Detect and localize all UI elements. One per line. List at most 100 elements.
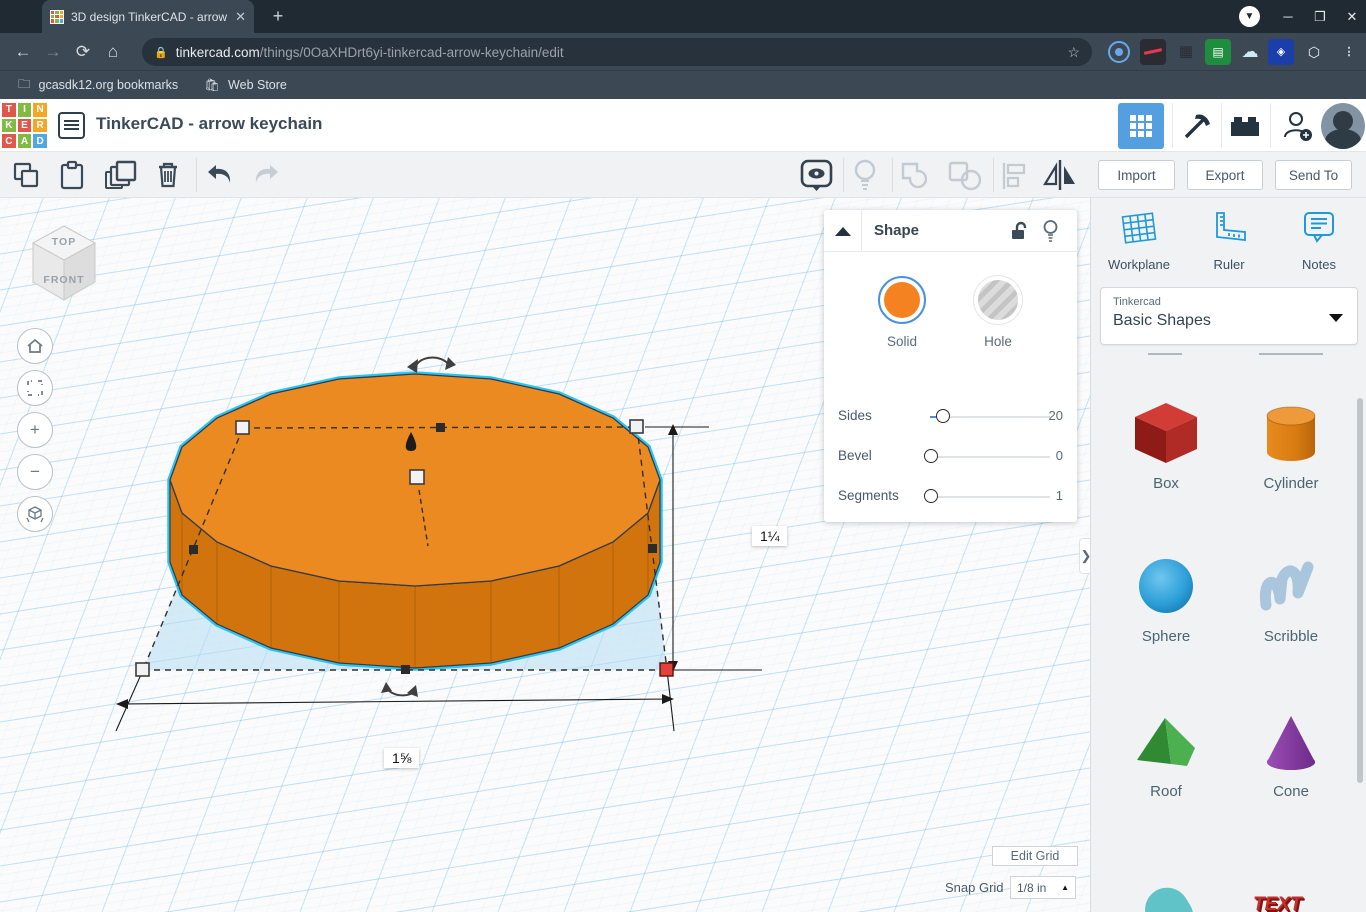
hole-option[interactable]: Hole <box>953 276 1043 349</box>
zoom-out-button[interactable]: − <box>17 454 53 490</box>
viewcube-top-label[interactable]: TOP <box>28 236 100 248</box>
restore-button[interactable]: ❐ <box>1308 5 1332 29</box>
import-button[interactable]: Import <box>1098 160 1175 190</box>
shape-tile-scribble[interactable]: Scribble <box>1236 553 1346 645</box>
shape-tile-sphere[interactable]: Sphere <box>1111 553 1221 645</box>
grid-icon <box>1130 115 1152 137</box>
dimension-height-label[interactable]: 1¼ <box>752 526 788 546</box>
perspective-toggle-button[interactable] <box>17 496 53 532</box>
tinkercad-logo[interactable]: TIN KER CAD <box>0 101 49 150</box>
home-view-button[interactable] <box>17 328 53 364</box>
shape-tile-partial-round-roof[interactable] <box>1126 878 1206 912</box>
shape-tile-cone[interactable]: Cone <box>1236 708 1346 800</box>
forward-icon[interactable]: → <box>38 42 68 62</box>
design-title[interactable]: TinkerCAD - arrow keychain <box>96 114 322 134</box>
undo-icon[interactable] <box>204 163 234 192</box>
lightbulb-icon[interactable] <box>852 158 878 197</box>
lego-brick-icon[interactable] <box>1222 103 1268 149</box>
minecraft-pickaxe-icon[interactable] <box>1174 103 1220 149</box>
group-icon[interactable] <box>900 161 932 196</box>
solid-option[interactable]: Solid <box>857 276 947 349</box>
add-user-icon[interactable] <box>1275 103 1321 149</box>
bookmark-star-icon[interactable]: ☆ <box>1067 44 1080 61</box>
collapse-panel-button[interactable] <box>824 210 862 252</box>
minimize-button[interactable]: ─ <box>1276 5 1300 29</box>
browser-menu-icon[interactable]: ⋮ <box>1336 39 1362 65</box>
bookmark-item[interactable]: gcasdk12.org bookmarks <box>39 78 179 92</box>
zoom-in-button[interactable]: + <box>17 412 53 448</box>
duplicate-icon[interactable] <box>104 160 138 195</box>
reload-icon[interactable]: ⟳ <box>68 42 98 62</box>
corner-handle-back-right[interactable] <box>629 419 644 434</box>
shape-tile-partial-text[interactable]: TEXT <box>1253 894 1302 912</box>
copy-icon[interactable] <box>12 161 40 194</box>
corner-handle-active[interactable] <box>659 662 674 677</box>
folder-icon: 🗀 <box>18 76 31 91</box>
hole-swatch[interactable] <box>974 276 1022 324</box>
sides-slider-row: Sides 20 <box>838 408 1063 423</box>
new-tab-button[interactable]: + <box>268 7 288 27</box>
profile-chip-icon[interactable]: ▼ <box>1239 6 1260 27</box>
notes-tool[interactable]: Notes <box>1279 210 1359 272</box>
scale-handle-right[interactable] <box>648 544 657 553</box>
fit-view-button[interactable] <box>17 370 53 406</box>
clipped-shape-label <box>1148 350 1182 355</box>
shape-tile-cylinder[interactable]: Cylinder <box>1236 400 1346 492</box>
redo-icon[interactable] <box>252 163 282 192</box>
show-all-icon[interactable] <box>800 159 833 198</box>
browser-tab[interactable]: 3D design TinkerCAD - arrow key ✕ <box>42 0 254 33</box>
export-button[interactable]: Export <box>1187 160 1263 190</box>
scale-handle-front[interactable] <box>401 665 410 674</box>
shape-tile-box[interactable]: Box <box>1111 400 1221 492</box>
extension-cloud-icon[interactable]: ☁ <box>1237 39 1263 65</box>
shape-panel-title: Shape <box>874 222 920 239</box>
top-center-handle[interactable] <box>409 469 425 485</box>
unlock-icon[interactable] <box>1010 221 1028 246</box>
address-bar[interactable]: 🔒 tinkercad.com /things/0OaXHDrt6yi-tink… <box>142 38 1092 66</box>
extension-qr-icon[interactable]: ▦ <box>1173 39 1199 65</box>
slider-track[interactable] <box>930 496 1050 498</box>
dashboard-grid-button[interactable] <box>1118 103 1164 149</box>
scale-handle-left[interactable] <box>189 545 198 554</box>
flip-mirror-icon[interactable] <box>1042 158 1078 197</box>
corner-handle-front-left[interactable] <box>135 662 150 677</box>
send-to-button[interactable]: Send To <box>1275 160 1352 190</box>
sidebar-scrollbar[interactable] <box>1357 398 1363 783</box>
close-button[interactable]: ✕ <box>1340 5 1364 29</box>
viewcube-front-label[interactable]: FRONT <box>28 274 100 286</box>
delete-icon[interactable] <box>155 159 181 194</box>
paste-icon[interactable] <box>58 160 86 195</box>
extension-record-icon[interactable] <box>1108 41 1130 63</box>
home-icon[interactable]: ⌂ <box>98 42 128 62</box>
back-icon[interactable]: ← <box>8 42 38 62</box>
view-cube[interactable]: TOP FRONT <box>28 222 100 304</box>
align-icon[interactable] <box>1000 161 1028 196</box>
scale-handle-back[interactable] <box>436 423 445 432</box>
snap-grid-select[interactable]: 1/8 in ▲ <box>1010 876 1076 899</box>
segments-slider-knob[interactable] <box>924 489 938 503</box>
solid-swatch[interactable] <box>878 276 926 324</box>
user-avatar[interactable] <box>1321 103 1365 149</box>
shape-tile-roof[interactable]: Roof <box>1111 708 1221 800</box>
ungroup-icon[interactable] <box>948 161 982 196</box>
tab-strip: 3D design TinkerCAD - arrow key ✕ + ▼ ─ … <box>0 0 1366 33</box>
bookmark-item[interactable]: Web Store <box>228 78 287 92</box>
extensions-puzzle-icon[interactable]: ⬡ <box>1301 39 1327 65</box>
ruler-tool[interactable]: Ruler <box>1189 210 1269 272</box>
design-menu-icon[interactable] <box>58 112 85 139</box>
extension-diamond-icon[interactable]: ◈ <box>1268 39 1294 65</box>
hide-shape-icon[interactable] <box>1042 219 1059 248</box>
edit-grid-button[interactable]: Edit Grid <box>992 846 1078 866</box>
corner-handle-back-left[interactable] <box>235 420 250 435</box>
webstore-icon: 🛍 <box>204 77 221 92</box>
tab-close-icon[interactable]: ✕ <box>235 9 246 25</box>
extension-sheet-icon[interactable]: ▤ <box>1205 39 1231 65</box>
sides-slider-knob[interactable] <box>936 409 950 423</box>
sidebar-collapse-icon[interactable]: ❯ <box>1079 538 1090 574</box>
workplane-tool[interactable]: Workplane <box>1099 210 1179 272</box>
dimension-width-label[interactable]: 1⅝ <box>384 748 420 768</box>
extension-barcode-icon[interactable] <box>1140 39 1166 65</box>
shape-category-dropdown[interactable]: Tinkercad Basic Shapes <box>1100 287 1358 345</box>
bevel-slider-knob[interactable] <box>924 449 938 463</box>
slider-track[interactable] <box>930 456 1050 458</box>
